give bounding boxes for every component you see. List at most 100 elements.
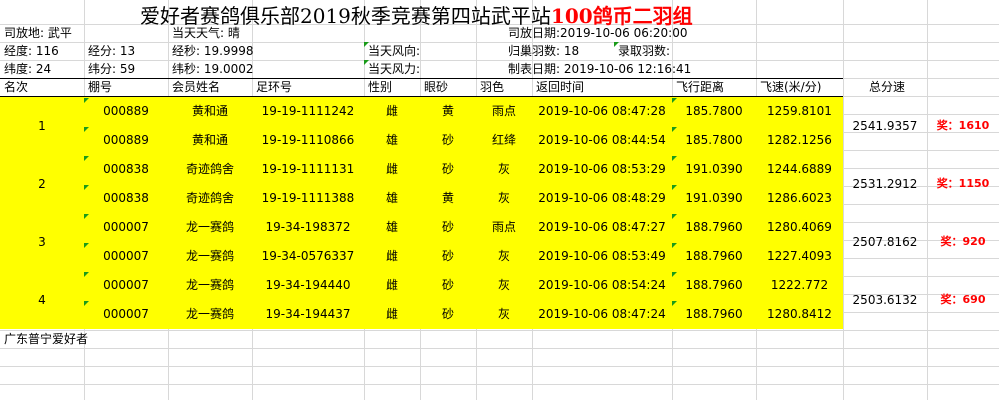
table-cell-time[interactable]: 2019-10-06 08:47:27 bbox=[532, 213, 672, 242]
table-cell-speed[interactable]: 1280.4069 bbox=[756, 213, 843, 242]
column-header[interactable]: 眼砂 bbox=[424, 79, 476, 96]
table-cell-color[interactable]: 雨点 bbox=[476, 213, 532, 242]
table-cell-ring[interactable]: 19-19-1110866 bbox=[252, 126, 364, 155]
total-speed-cell[interactable]: 2507.8162 bbox=[843, 213, 927, 271]
table-cell-speed[interactable]: 1227.4093 bbox=[756, 242, 843, 271]
table-cell-loft[interactable]: 000007 bbox=[84, 300, 168, 329]
table-cell-eye[interactable]: 砂 bbox=[420, 271, 476, 300]
table-cell-color[interactable]: 红绛 bbox=[476, 126, 532, 155]
table-cell-distance[interactable]: 185.7800 bbox=[672, 126, 756, 155]
total-speed-cell[interactable]: 2531.2912 bbox=[843, 155, 927, 213]
table-cell-time[interactable]: 2019-10-06 08:53:29 bbox=[532, 155, 672, 184]
table-cell-color[interactable]: 灰 bbox=[476, 300, 532, 329]
table-cell-eye[interactable]: 黄 bbox=[420, 184, 476, 213]
table-cell-time[interactable]: 2019-10-06 08:48:29 bbox=[532, 184, 672, 213]
table-cell-time[interactable]: 2019-10-06 08:44:54 bbox=[532, 126, 672, 155]
table-cell-member[interactable]: 黄和通 bbox=[168, 97, 252, 126]
column-header[interactable]: 飞速(米/分) bbox=[760, 79, 843, 96]
table-cell-color[interactable]: 灰 bbox=[476, 155, 532, 184]
table-cell-loft[interactable]: 000889 bbox=[84, 126, 168, 155]
table-cell-eye[interactable]: 砂 bbox=[420, 242, 476, 271]
column-header[interactable]: 性别 bbox=[368, 79, 420, 96]
table-cell-distance[interactable]: 185.7800 bbox=[672, 97, 756, 126]
table-cell-ring[interactable]: 19-34-198372 bbox=[252, 213, 364, 242]
table-cell-sex[interactable]: 雄 bbox=[364, 126, 420, 155]
column-header[interactable]: 名次 bbox=[4, 79, 84, 96]
table-cell-loft[interactable]: 000889 bbox=[84, 97, 168, 126]
column-header[interactable]: 会员姓名 bbox=[172, 79, 252, 96]
table-cell-speed[interactable]: 1282.1256 bbox=[756, 126, 843, 155]
table-cell-sex[interactable]: 雌 bbox=[364, 300, 420, 329]
longitude-second[interactable]: 经秒: 19.9998 bbox=[172, 42, 253, 60]
table-cell-sex[interactable]: 雌 bbox=[364, 97, 420, 126]
table-cell-eye[interactable]: 砂 bbox=[420, 126, 476, 155]
table-cell-member[interactable]: 龙一赛鸽 bbox=[168, 213, 252, 242]
total-speed-cell[interactable]: 2503.6132 bbox=[843, 271, 927, 329]
table-cell-distance[interactable]: 191.0390 bbox=[672, 155, 756, 184]
longitude-degree[interactable]: 经度: 116 bbox=[4, 42, 59, 60]
prize-cell[interactable]: 奖：920 bbox=[927, 213, 999, 271]
table-cell-ring[interactable]: 19-19-1111388 bbox=[252, 184, 364, 213]
total-speed-cell[interactable]: 2541.9357 bbox=[843, 97, 927, 155]
prize-cell[interactable]: 奖：690 bbox=[927, 271, 999, 329]
table-cell-time[interactable]: 2019-10-06 08:47:24 bbox=[532, 300, 672, 329]
table-cell-speed[interactable]: 1244.6889 bbox=[756, 155, 843, 184]
homing-count[interactable]: 归巢羽数: 18 bbox=[508, 42, 579, 60]
table-cell-speed[interactable]: 1222.772 bbox=[756, 271, 843, 300]
table-cell-color[interactable]: 灰 bbox=[476, 271, 532, 300]
longitude-minute[interactable]: 经分: 13 bbox=[88, 42, 135, 60]
table-cell-time[interactable]: 2019-10-06 08:53:49 bbox=[532, 242, 672, 271]
table-cell-loft[interactable]: 000007 bbox=[84, 242, 168, 271]
table-cell-member[interactable]: 龙一赛鸽 bbox=[168, 242, 252, 271]
table-cell-ring[interactable]: 19-34-194437 bbox=[252, 300, 364, 329]
table-cell-time[interactable]: 2019-10-06 08:47:28 bbox=[532, 97, 672, 126]
table-cell-sex[interactable]: 雌 bbox=[364, 242, 420, 271]
latitude-degree[interactable]: 纬度: 24 bbox=[4, 60, 51, 78]
table-date[interactable]: 制表日期: 2019-10-06 12:16:41 bbox=[508, 60, 691, 78]
release-place[interactable]: 司放地: 武平 bbox=[4, 24, 72, 42]
table-cell-speed[interactable]: 1280.8412 bbox=[756, 300, 843, 329]
table-cell-color[interactable]: 灰 bbox=[476, 184, 532, 213]
rank-cell[interactable]: 3 bbox=[0, 213, 84, 271]
column-header[interactable]: 棚号 bbox=[88, 79, 168, 96]
table-cell-eye[interactable]: 砂 bbox=[420, 300, 476, 329]
table-cell-sex[interactable]: 雌 bbox=[364, 155, 420, 184]
weather[interactable]: 当天天气: 晴 bbox=[172, 24, 240, 42]
column-header[interactable]: 羽色 bbox=[480, 79, 532, 96]
rank-cell[interactable]: 4 bbox=[0, 271, 84, 329]
table-cell-distance[interactable]: 188.7960 bbox=[672, 213, 756, 242]
column-header[interactable]: 飞行距离 bbox=[676, 79, 756, 96]
table-cell-eye[interactable]: 砂 bbox=[420, 155, 476, 184]
table-cell-time[interactable]: 2019-10-06 08:54:24 bbox=[532, 271, 672, 300]
table-cell-loft[interactable]: 000007 bbox=[84, 271, 168, 300]
table-cell-speed[interactable]: 1286.6023 bbox=[756, 184, 843, 213]
rank-cell[interactable]: 1 bbox=[0, 97, 84, 155]
table-cell-ring[interactable]: 19-34-0576337 bbox=[252, 242, 364, 271]
table-cell-ring[interactable]: 19-19-1111242 bbox=[252, 97, 364, 126]
table-cell-distance[interactable]: 191.0390 bbox=[672, 184, 756, 213]
table-cell-ring[interactable]: 19-19-1111131 bbox=[252, 155, 364, 184]
table-cell-eye[interactable]: 黄 bbox=[420, 97, 476, 126]
table-cell-eye[interactable]: 砂 bbox=[420, 213, 476, 242]
table-cell-speed[interactable]: 1259.8101 bbox=[756, 97, 843, 126]
latitude-second[interactable]: 纬秒: 19.0002 bbox=[172, 60, 253, 78]
table-cell-distance[interactable]: 188.7960 bbox=[672, 271, 756, 300]
table-cell-member[interactable]: 黄和通 bbox=[168, 126, 252, 155]
table-cell-distance[interactable]: 188.7960 bbox=[672, 242, 756, 271]
release-date[interactable]: 司放日期:2019-10-06 06:20:00 bbox=[508, 24, 688, 42]
table-cell-distance[interactable]: 188.7960 bbox=[672, 300, 756, 329]
table-cell-loft[interactable]: 000007 bbox=[84, 213, 168, 242]
recorded-count[interactable]: 录取羽数: bbox=[618, 42, 670, 60]
table-cell-sex[interactable]: 雄 bbox=[364, 213, 420, 242]
wind-direction[interactable]: 当天风向: bbox=[368, 42, 420, 60]
latitude-minute[interactable]: 纬分: 59 bbox=[88, 60, 135, 78]
table-cell-member[interactable]: 龙一赛鸽 bbox=[168, 300, 252, 329]
column-header[interactable]: 足环号 bbox=[256, 79, 364, 96]
table-cell-sex[interactable]: 雌 bbox=[364, 271, 420, 300]
table-cell-color[interactable]: 雨点 bbox=[476, 97, 532, 126]
table-cell-ring[interactable]: 19-34-194440 bbox=[252, 271, 364, 300]
table-cell-member[interactable]: 奇迹鸽舍 bbox=[168, 184, 252, 213]
wind-force[interactable]: 当天风力: bbox=[368, 60, 420, 78]
footer-text[interactable]: 广东普宁爱好者 bbox=[4, 330, 88, 348]
column-header[interactable]: 总分速 bbox=[847, 79, 927, 96]
